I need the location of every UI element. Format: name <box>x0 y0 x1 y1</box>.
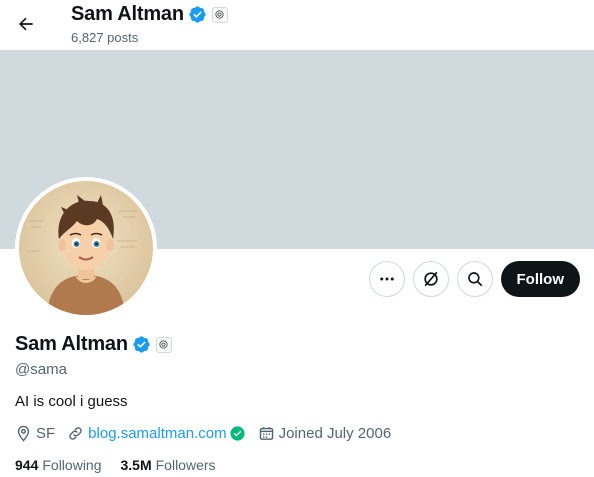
profile-stats: 944 Following 3.5M Followers <box>15 457 235 473</box>
profile-avatar[interactable] <box>15 177 157 319</box>
back-arrow-icon <box>19 17 33 31</box>
search-icon <box>467 272 482 287</box>
affiliation-badge-icon[interactable] <box>155 336 172 353</box>
following-count: 944 <box>15 457 39 473</box>
website-item: blog.samaltman.com <box>67 425 245 442</box>
header-name-row: Sam Altman <box>71 3 228 26</box>
header-name: Sam Altman <box>71 3 184 25</box>
joined-item: Joined July 2006 <box>258 425 392 442</box>
website-link[interactable]: blog.samaltman.com <box>88 425 226 442</box>
profile-name: Sam Altman <box>15 333 128 355</box>
followers-count: 3.5M <box>120 457 152 473</box>
search-button[interactable] <box>456 261 493 297</box>
following-label: Following <box>42 457 102 473</box>
location-item: SF <box>15 425 55 442</box>
more-icon <box>379 277 394 281</box>
affiliation-badge-icon[interactable] <box>211 6 228 23</box>
location-text: SF <box>36 425 56 442</box>
more-button[interactable] <box>368 261 405 297</box>
grok-button[interactable] <box>412 261 449 297</box>
follow-button[interactable]: Follow <box>500 261 580 297</box>
followers-label: Followers <box>155 457 216 473</box>
profile-bio: AI is cool i guess <box>15 393 128 410</box>
joined-text: Joined July 2006 <box>278 425 392 442</box>
top-bar: Sam Altman 6,827 posts <box>0 0 594 50</box>
verified-link-icon <box>229 426 245 441</box>
location-pin-icon <box>17 425 30 442</box>
verified-badge-icon <box>188 5 207 24</box>
profile-name-row: Sam Altman <box>15 333 172 356</box>
profile-actions: Follow <box>361 261 580 297</box>
followers-stat[interactable]: 3.5M Followers <box>121 457 216 473</box>
profile-meta: SF blog.samaltman.com Joined July 2006 <box>15 425 403 442</box>
profile-handle: @sama <box>15 361 67 378</box>
header-post-count: 6,827 posts <box>71 30 139 45</box>
verified-badge-icon[interactable] <box>132 335 151 354</box>
link-icon <box>69 427 82 440</box>
back-button[interactable] <box>8 6 44 42</box>
following-stat[interactable]: 944 Following <box>15 457 102 473</box>
calendar-icon <box>259 427 273 440</box>
grok-icon <box>423 271 438 287</box>
avatar-illustration <box>19 181 153 315</box>
